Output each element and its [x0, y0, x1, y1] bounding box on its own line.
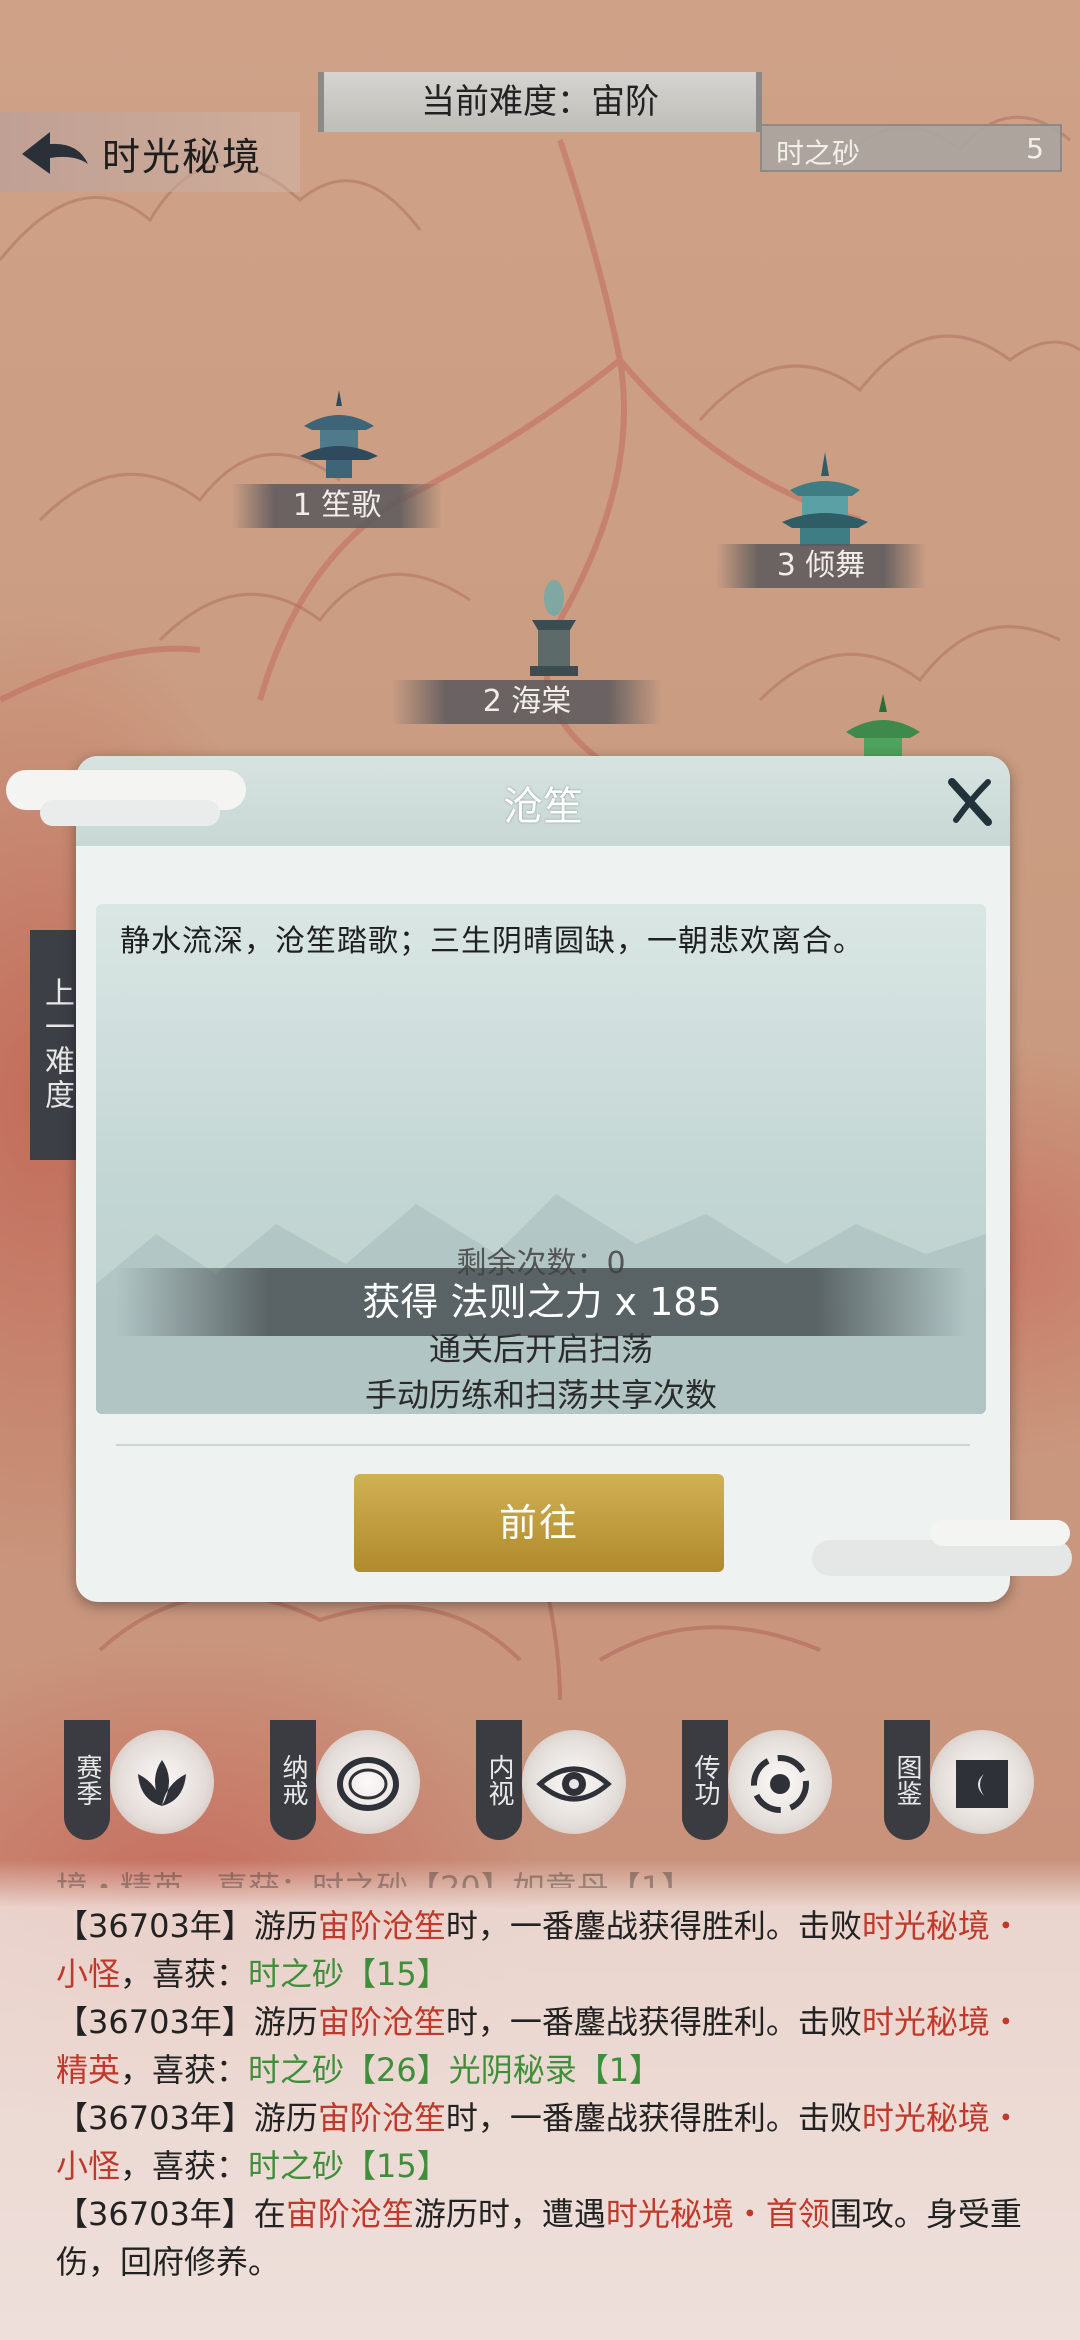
- book-icon: [930, 1730, 1034, 1834]
- eye-icon: [522, 1730, 626, 1834]
- currency-value: 5: [1026, 132, 1044, 165]
- battle-log[interactable]: 境・精英，喜获：时之砂【20】如意丹【1】 【36703年】游历宙阶沧笙时，一番…: [56, 1869, 1046, 2286]
- pagoda-icon[interactable]: [296, 386, 382, 486]
- toolbar-season[interactable]: 赛季: [64, 1720, 214, 1860]
- ring-icon: [316, 1730, 420, 1834]
- log-entry: 【36703年】游历宙阶沧笙时，一番鏖战获得胜利。击败时光秘境・小怪，喜获：时之…: [56, 1907, 1022, 1993]
- log-entry: 【36703年】在宙阶沧笙游历时，遭遇时光秘境・首领围攻。身受重伤，回府修养。: [56, 2195, 1022, 2281]
- stage-node-1[interactable]: 1 笙歌: [232, 484, 442, 528]
- transfer-label: 传功: [682, 1720, 728, 1840]
- stage-node-2[interactable]: 2 海棠: [392, 680, 662, 724]
- prev-difficulty-tab[interactable]: 上一难度: [30, 930, 82, 1160]
- ring-label: 纳戒: [270, 1720, 316, 1840]
- cloud-decoration: [930, 1520, 1070, 1546]
- stage-detail-dialog: 沧笙 静水流深，沧笙踏歌；三生阴晴圆缺，一朝悲欢离合。 剩余次数：0 通关后开启…: [76, 756, 1010, 1602]
- codex-label: 图鉴: [884, 1720, 930, 1840]
- toolbar-codex[interactable]: 图鉴: [884, 1720, 1034, 1860]
- palace-icon[interactable]: [780, 450, 870, 550]
- lotus-icon: [110, 1730, 214, 1834]
- reward-toast: 获得 法则之力 x 185: [116, 1268, 968, 1336]
- stage-node-3[interactable]: 3 倾舞: [716, 544, 926, 588]
- currency-counter: 时之砂 5: [760, 124, 1062, 172]
- difficulty-label: 当前难度：宙阶: [318, 72, 762, 132]
- shared-count-hint: 手动历练和扫荡共享次数: [364, 1376, 717, 1414]
- back-arrow-icon[interactable]: [14, 124, 94, 184]
- inner-view-label: 内视: [476, 1720, 522, 1840]
- dialog-divider: [116, 1444, 970, 1446]
- toolbar-inner-view[interactable]: 内视: [476, 1720, 626, 1860]
- page-title: 时光秘境: [102, 135, 263, 179]
- stage-description: 静水流深，沧笙踏歌；三生阴晴圆缺，一朝悲欢离合。: [120, 924, 864, 959]
- log-partial-line: 境・精英，喜获：时之砂【20】如意丹【1】: [56, 1869, 694, 1888]
- swirl-icon: [728, 1730, 832, 1834]
- shrine-icon[interactable]: [518, 576, 590, 680]
- green-pagoda-icon[interactable]: [840, 692, 926, 762]
- toolbar-transfer[interactable]: 传功: [682, 1720, 832, 1860]
- dialog-content: 静水流深，沧笙踏歌；三生阴晴圆缺，一朝悲欢离合。 剩余次数：0 通关后开启扫荡 …: [96, 904, 986, 1414]
- cloud-decoration: [40, 800, 220, 826]
- go-button[interactable]: 前往: [354, 1474, 724, 1572]
- currency-name: 时之砂: [776, 137, 861, 170]
- log-entry: 【36703年】游历宙阶沧笙时，一番鏖战获得胜利。击败时光秘境・小怪，喜获：时之…: [56, 2099, 1022, 2185]
- log-entry: 【36703年】游历宙阶沧笙时，一番鏖战获得胜利。击败时光秘境・精英，喜获：时之…: [56, 2003, 1022, 2089]
- toolbar-ring[interactable]: 纳戒: [270, 1720, 420, 1860]
- close-icon[interactable]: [942, 774, 998, 830]
- season-label: 赛季: [64, 1720, 110, 1840]
